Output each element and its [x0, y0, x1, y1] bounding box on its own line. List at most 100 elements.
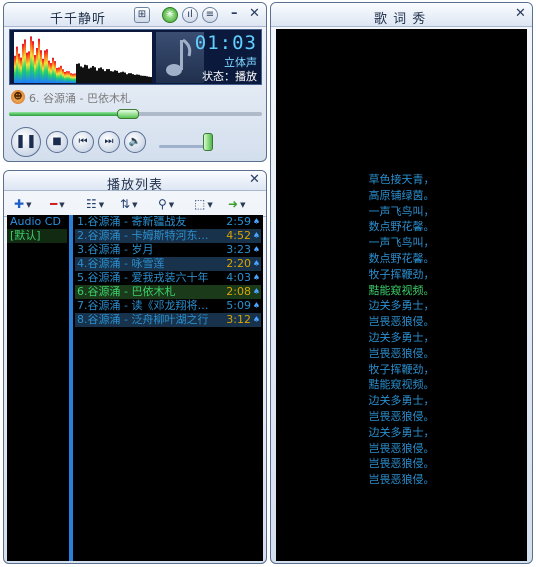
binoculars-icon: ⚲: [158, 197, 167, 211]
spectrum-bar: [102, 69, 104, 83]
lyrics-window: 歌 词 秀 ✕ 草色接天青， 高原铺绿茵。 一声飞鸟叫， 数点野花馨。 一声飞鸟叫， 数点…: [270, 2, 533, 564]
time-display: 01:03: [194, 32, 257, 54]
play-status: 状态：播放: [202, 70, 257, 83]
spectrum-bar: [134, 74, 136, 83]
spectrum-bar: [110, 71, 112, 83]
spectrum-bar: [32, 41, 34, 83]
list-button[interactable]: ☷ ▼: [86, 196, 104, 212]
volume-track: [159, 145, 209, 148]
lyrics-body: 草色接天青， 高原铺绿茵。 一声飞鸟叫， 数点野花馨。 一声飞鸟叫， 数点野花馨。 牧子挥鞭…: [276, 29, 527, 561]
track-title: 3.谷源涌 - 岁月: [77, 243, 154, 256]
lyrics-titlebar[interactable]: 歌 词 秀 ✕: [271, 3, 532, 27]
minimize-button[interactable]: –: [231, 6, 238, 21]
spectrum-bar: [148, 76, 150, 83]
player-titlebar[interactable]: 千千静听 ⊞ ✳ ıl ≡ – ✕: [4, 3, 266, 27]
spectrum-bar: [20, 57, 22, 83]
spectrum-bar: [42, 58, 44, 83]
seek-bar[interactable]: [9, 109, 262, 119]
spectrum-bar: [126, 74, 128, 83]
next-button[interactable]: ⏭: [98, 131, 120, 153]
track-marker-icon: ♠: [252, 259, 260, 268]
table-row[interactable]: 7.谷源涌 - 读《邓龙翔将… 5:09 ♠: [75, 299, 261, 313]
playlist-toggle-icon[interactable]: ≡: [202, 7, 218, 23]
volume-slider[interactable]: [159, 133, 219, 151]
track-marker-icon: ♠: [252, 301, 260, 310]
playlist-close-button[interactable]: ✕: [249, 172, 260, 187]
track-marker-icon: ♠: [252, 287, 260, 296]
track-marker-icon: ♠: [252, 231, 260, 240]
table-row[interactable]: 1.谷源涌 - 寄新疆战友 2:59 ♠: [75, 215, 261, 229]
edit-button[interactable]: ⬚ ▼: [194, 196, 213, 212]
track-marker-icon: ♠: [252, 315, 260, 324]
sort-button[interactable]: ⇅ ▼: [120, 196, 137, 212]
playlist-group[interactable]: [默认]: [7, 229, 67, 243]
pause-button[interactable]: ❚❚: [11, 127, 41, 157]
track-title: 2.谷源涌 - 卡姆斯特河东…: [77, 229, 209, 242]
spectrum-bar: [84, 64, 86, 83]
spectrum-bar: [78, 63, 80, 83]
spectrum-bar: [140, 75, 142, 83]
table-row[interactable]: 4.谷源涌 - 咏雪莲 2:20 ♠: [75, 257, 261, 271]
find-button[interactable]: ⚲ ▼: [158, 196, 174, 212]
mute-button[interactable]: 🔈: [124, 131, 146, 153]
spectrum-bar: [16, 46, 18, 83]
track-duration: 4:03: [226, 271, 251, 284]
spectrum-bar: [132, 74, 134, 83]
playlist-toolbar: ✚ ▼ ━ ▼ ☷ ▼ ⇅ ▼ ⚲ ▼ ⬚ ▼ ➜ ▼: [4, 191, 266, 217]
track-list: 1.谷源涌 - 寄新疆战友 2:59 ♠ 2.谷源涌 - 卡姆斯特河东… 4:52 ♠ 3.…: [75, 215, 261, 561]
lyric-line: 岂畏恶狼侵。: [368, 315, 435, 329]
spectrum-bar: [86, 65, 88, 83]
spectrum-bar: [88, 68, 90, 83]
lyrics-title: 歌 词 秀: [374, 12, 427, 27]
volume-handle[interactable]: [203, 133, 214, 151]
spectrum-bar: [114, 70, 116, 83]
table-row[interactable]: 3.谷源涌 - 岁月 3:23 ♠: [75, 243, 261, 257]
track-marker-icon: ♠: [252, 245, 260, 254]
equalizer-icon[interactable]: ıl: [182, 7, 198, 23]
lyric-line: 边关多勇士，: [368, 299, 435, 313]
spectrum-bar: [144, 75, 146, 83]
stop-button[interactable]: ■: [46, 131, 68, 153]
spectrum-bar: [122, 71, 124, 83]
spectrum-bar: [116, 70, 118, 83]
spectrum-bar: [98, 68, 100, 83]
effects-icon[interactable]: ✳: [162, 7, 178, 23]
playlist-splitter[interactable]: [69, 215, 73, 561]
table-row[interactable]: 6.谷源涌 - 巴依木札 2:08 ♠: [75, 285, 261, 299]
lyric-line: 岂畏恶狼侵。: [368, 473, 435, 487]
lyrics-close-button[interactable]: ✕: [515, 6, 526, 21]
add-button[interactable]: ✚ ▼: [14, 196, 31, 212]
spectrum-bar: [94, 67, 96, 83]
spectrum-bar: [70, 73, 72, 83]
cursor-icon: ⬚: [194, 197, 206, 211]
previous-button[interactable]: ⏮: [72, 131, 94, 153]
spectrum-bar: [136, 74, 138, 83]
track-marker-icon: ♠: [252, 217, 260, 226]
table-row[interactable]: 5.谷源涌 - 爱我戎装六十年 4:03 ♠: [75, 271, 261, 285]
mode-button[interactable]: ➜ ▼: [228, 196, 245, 212]
spectrum-bar: [36, 47, 38, 83]
spectrum-visualizer: [14, 32, 152, 83]
playlist-body: Audio CD [默认] 1.谷源涌 - 寄新疆战友 2:59 ♠ 2.谷源涌 - 卡…: [7, 215, 263, 561]
seek-fill: [9, 112, 128, 116]
menu-icon[interactable]: ⊞: [134, 7, 150, 23]
player-title: 千千静听: [50, 12, 107, 27]
close-button[interactable]: ✕: [249, 6, 260, 21]
table-row[interactable]: 2.谷源涌 - 卡姆斯特河东… 4:52 ♠: [75, 229, 261, 243]
spectrum-bar: [100, 67, 102, 83]
seek-handle[interactable]: [116, 109, 139, 119]
spectrum-bar: [44, 50, 46, 83]
plus-icon: ✚: [14, 197, 25, 211]
spectrum-bar: [128, 73, 130, 83]
lyric-line: 边关多勇士，: [368, 425, 435, 439]
remove-button[interactable]: ━ ▼: [50, 196, 65, 212]
playlist-group[interactable]: Audio CD: [7, 215, 67, 229]
spectrum-bar: [34, 55, 36, 83]
spectrum-bar: [52, 57, 54, 83]
table-row[interactable]: 8.谷源涌 - 泛舟柳叶湖之行 3:12 ♠: [75, 313, 261, 327]
spectrum-bar: [30, 36, 32, 83]
spectrum-bar: [60, 65, 62, 83]
playlist-titlebar[interactable]: 播放列表 ✕: [4, 171, 266, 193]
spectrum-bar: [96, 70, 98, 83]
now-playing-title: 6. 谷源涌 - 巴依木札: [29, 92, 131, 105]
